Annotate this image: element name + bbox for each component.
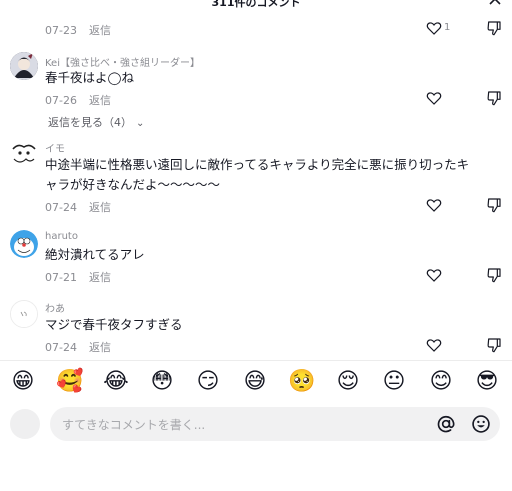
like-heart-icon[interactable] <box>426 267 442 283</box>
comment-username[interactable]: イモ <box>45 140 65 155</box>
comment-date: 07-24 <box>45 201 77 214</box>
comment-text: 中途半端に性格悪い遠回しに敵作ってるキャラより完全に悪に振り切ったキャラが好きな… <box>45 157 470 192</box>
emoji-neutral-button[interactable]: 😐 <box>381 369 407 395</box>
dislike-icon[interactable] <box>486 90 502 106</box>
emoji-smirk-button[interactable]: 😏 <box>195 369 221 395</box>
avatar-image <box>11 301 37 327</box>
view-replies-label: 返信を見る（4） <box>48 116 132 129</box>
comment-text: 絶対潰れてるアレ <box>45 247 145 262</box>
emoji-quick-bar: 😁 🥰 😂 😳 😏 😅 🥺 😌 😐 😊 😎 <box>0 369 512 399</box>
like-count: 1 <box>444 22 451 33</box>
avatar[interactable] <box>10 230 38 258</box>
my-avatar <box>10 409 40 439</box>
comment-meta: 07-24 返信 <box>45 199 111 215</box>
chevron-down-icon: ⌄ <box>136 118 145 129</box>
comment-count-title: 311件のコメント <box>211 0 301 9</box>
emoji-sunglasses-button[interactable]: 😎 <box>474 369 500 395</box>
view-replies-button[interactable]: 返信を見る（4） ⌄ <box>48 114 144 130</box>
comment-input-bar: すてきなコメントを書く... <box>0 406 512 442</box>
comment-text: マジで春千夜タフすぎる <box>45 317 183 332</box>
comment-meta: 07-24 返信 <box>45 339 111 355</box>
reply-button[interactable]: 返信 <box>89 201 111 214</box>
emoji-picker-icon[interactable] <box>471 414 491 434</box>
dislike-icon[interactable] <box>486 337 502 353</box>
comment-username[interactable]: haruto <box>45 231 78 242</box>
like-heart-icon[interactable] <box>426 90 442 106</box>
emoji-hearts-button[interactable]: 🥰 <box>56 369 83 395</box>
comment-username[interactable]: わあ <box>45 300 65 315</box>
comment-text: 春千夜はよ◯ね <box>45 70 134 85</box>
reply-button[interactable]: 返信 <box>89 341 111 354</box>
reply-button[interactable]: 返信 <box>89 24 111 37</box>
emoji-grin-button[interactable]: 😁 <box>10 369 36 395</box>
dislike-icon[interactable] <box>486 20 502 36</box>
reply-button[interactable]: 返信 <box>89 271 111 284</box>
mention-at-icon[interactable] <box>436 414 456 434</box>
emoji-pleading-button[interactable]: 🥺 <box>288 369 315 395</box>
avatar[interactable] <box>10 300 38 328</box>
dislike-icon[interactable] <box>486 197 502 213</box>
comment-date: 07-24 <box>45 341 77 354</box>
dislike-icon[interactable] <box>486 267 502 283</box>
emoji-flushed-button[interactable]: 😳 <box>149 369 175 395</box>
emoji-blush-button[interactable]: 😊 <box>428 369 454 395</box>
comment-meta: 07-21 返信 <box>45 269 111 285</box>
comment-date: 07-23 <box>45 24 77 37</box>
avatar[interactable] <box>10 139 38 167</box>
comment-username[interactable]: Kei【強さ比べ・強さ組リーダー】 <box>45 54 200 69</box>
emoji-relieved-button[interactable]: 😌 <box>335 369 361 395</box>
like-heart-icon[interactable] <box>426 197 442 213</box>
comment-input-placeholder: すてきなコメントを書く... <box>62 418 206 432</box>
reply-button[interactable]: 返信 <box>89 94 111 107</box>
avatar-image <box>10 139 38 167</box>
comment-meta: 07-26 返信 <box>45 92 111 108</box>
close-icon[interactable] <box>488 0 502 6</box>
comment-input[interactable]: すてきなコメントを書く... <box>50 407 500 441</box>
avatar-image <box>10 52 38 80</box>
comments-header: 311件のコメント <box>0 0 512 12</box>
comment-date: 07-21 <box>45 271 77 284</box>
emoji-laugh-button[interactable]: 😂 <box>103 369 129 395</box>
comment-meta: 07-23 返信 <box>45 22 111 38</box>
divider <box>0 360 512 361</box>
emoji-sweat-smile-button[interactable]: 😅 <box>242 369 268 395</box>
avatar-image <box>10 230 38 258</box>
like-heart-icon[interactable] <box>426 337 442 353</box>
comment-date: 07-26 <box>45 94 77 107</box>
like-heart-icon[interactable] <box>426 20 442 36</box>
avatar[interactable] <box>10 52 38 80</box>
